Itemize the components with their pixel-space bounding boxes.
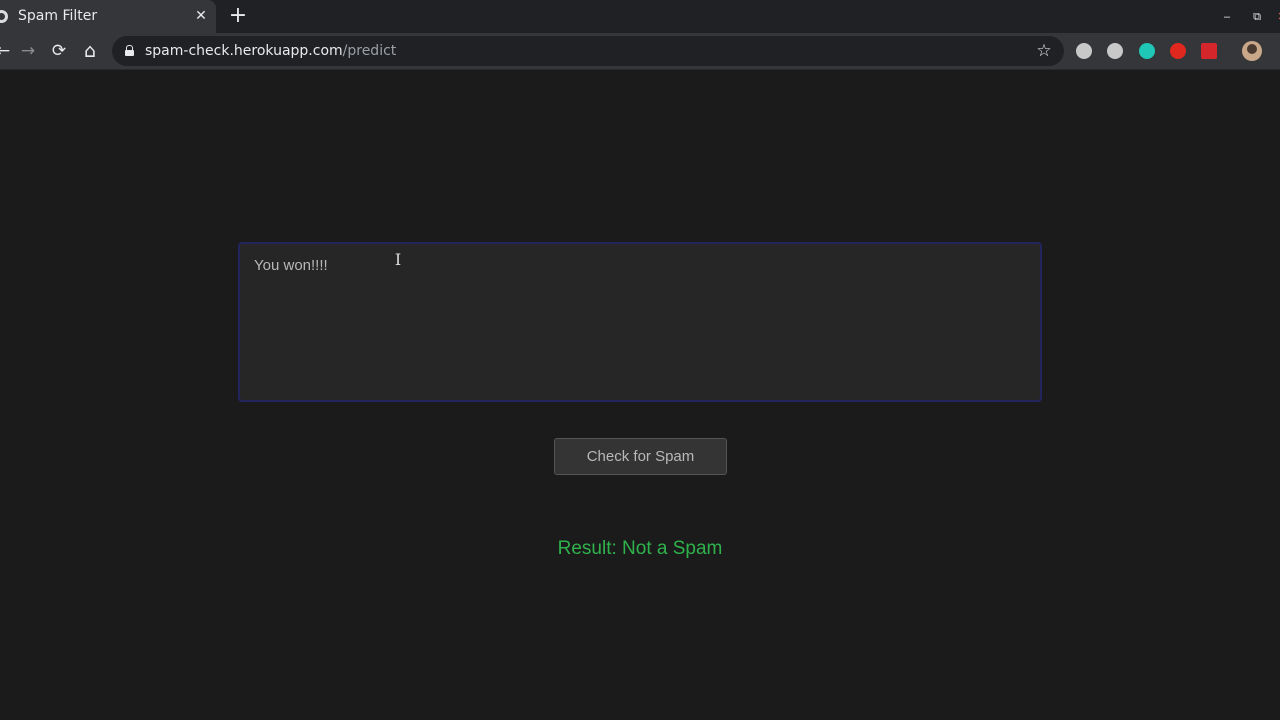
- tab-strip: Spam Filter ✕ + – ⧉ ✕: [0, 0, 1280, 33]
- lock-icon[interactable]: [125, 45, 134, 56]
- book-extension-icon[interactable]: [1201, 43, 1217, 59]
- home-icon[interactable]: ⌂: [79, 40, 101, 62]
- globe-favicon-icon: [0, 10, 8, 23]
- text-cursor-icon: I: [394, 250, 402, 269]
- cube-extension-icon[interactable]: [1076, 43, 1092, 59]
- message-input[interactable]: You won!!!!: [238, 242, 1042, 402]
- profile-avatar[interactable]: [1242, 41, 1262, 61]
- restore-icon[interactable]: ⧉: [1249, 9, 1265, 25]
- reload-icon[interactable]: ⟳: [48, 40, 70, 62]
- url-host: spam-check.herokuapp.com: [145, 43, 343, 59]
- flame-extension-icon[interactable]: [1170, 43, 1186, 59]
- m-extension-icon[interactable]: [1139, 43, 1155, 59]
- address-url[interactable]: spam-check.herokuapp.com/predict: [145, 43, 396, 59]
- check-for-spam-button[interactable]: Check for Spam: [554, 438, 727, 475]
- new-tab-icon[interactable]: +: [228, 5, 248, 27]
- url-path: /predict: [342, 43, 397, 59]
- bookmark-star-icon[interactable]: ☆: [1034, 40, 1054, 62]
- address-bar[interactable]: spam-check.herokuapp.com/predict ☆: [112, 36, 1064, 66]
- minimize-icon[interactable]: –: [1219, 9, 1235, 25]
- result-text: Result: Not a Spam: [557, 538, 723, 559]
- close-window-icon[interactable]: ✕: [1274, 9, 1280, 25]
- close-tab-icon[interactable]: ✕: [193, 7, 209, 23]
- tab-title: Spam Filter: [18, 8, 98, 24]
- browser-toolbar: ← → ⟳ ⌂ spam-check.herokuapp.com/predict…: [0, 33, 1280, 70]
- tab-spam-filter[interactable]: Spam Filter ✕: [0, 0, 216, 33]
- play-extension-icon[interactable]: [1107, 43, 1123, 59]
- forward-icon[interactable]: →: [17, 40, 39, 62]
- back-icon[interactable]: ←: [0, 40, 14, 62]
